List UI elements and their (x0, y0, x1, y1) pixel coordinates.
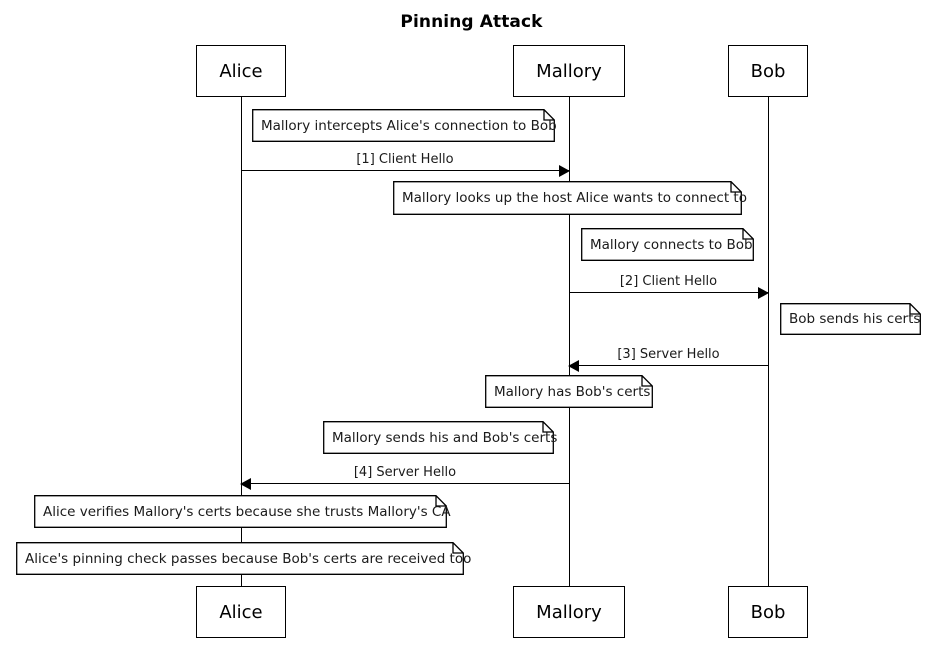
note-text: Mallory has Bob's certs (494, 383, 651, 400)
participant-bob-bottom[interactable]: Bob (728, 586, 808, 638)
message-4-server-hello[interactable]: [4] Server Hello (240, 461, 569, 490)
note-mallory-sends-certs: Mallory sends his and Bob's certs (323, 421, 558, 454)
note-text: Mallory connects to Bob (590, 236, 753, 253)
diagram-title: Pinning Attack (400, 12, 543, 32)
note-text: Alice's pinning check passes because Bob… (25, 550, 472, 567)
message-line (569, 291, 768, 293)
note-alice-verifies-certs: Alice verifies Mallory's certs because s… (34, 495, 451, 528)
note-text: Mallory intercepts Alice's connection to… (261, 117, 557, 134)
message-2-client-hello[interactable]: [2] Client Hello (569, 270, 769, 299)
note-bob-sends-certs: Bob sends his certs (780, 303, 921, 335)
message-label: [3] Server Hello (617, 347, 720, 362)
message-line (569, 364, 768, 366)
participant-label: Alice (219, 60, 263, 82)
message-1-client-hello[interactable]: [1] Client Hello (241, 148, 570, 177)
participant-mallory-top[interactable]: Mallory (513, 45, 625, 97)
note-mallory-intercepts: Mallory intercepts Alice's connection to… (252, 109, 557, 142)
participant-label: Mallory (536, 601, 602, 623)
note-text: Mallory sends his and Bob's certs (332, 429, 558, 446)
message-line (241, 169, 569, 171)
message-line (241, 482, 569, 484)
note-text: Mallory looks up the host Alice wants to… (402, 190, 747, 206)
note-text: Alice verifies Mallory's certs because s… (43, 503, 451, 520)
note-text: Bob sends his certs (789, 311, 921, 327)
participant-label: Mallory (536, 60, 602, 82)
participant-alice-top[interactable]: Alice (196, 45, 286, 97)
arrow-head-right-icon (559, 164, 570, 177)
participant-alice-bottom[interactable]: Alice (196, 586, 286, 638)
note-mallory-connects-to-bob: Mallory connects to Bob (581, 228, 754, 261)
note-mallory-looks-up-host: Mallory looks up the host Alice wants to… (393, 181, 747, 215)
arrow-head-left-icon (568, 359, 579, 372)
note-alice-pinning-check: Alice's pinning check passes because Bob… (16, 542, 472, 575)
message-label: [2] Client Hello (619, 274, 718, 289)
message-label: [1] Client Hello (356, 152, 454, 167)
lifeline-bob (768, 97, 769, 586)
note-mallory-has-bob-certs: Mallory has Bob's certs (485, 375, 653, 408)
participant-label: Bob (750, 60, 786, 82)
participant-label: Alice (219, 601, 263, 623)
message-label: [4] Server Hello (353, 465, 457, 480)
participant-bob-top[interactable]: Bob (728, 45, 808, 97)
arrow-head-right-icon (758, 286, 769, 299)
participant-mallory-bottom[interactable]: Mallory (513, 586, 625, 638)
arrow-head-left-icon (240, 477, 251, 490)
participant-label: Bob (750, 601, 786, 623)
sequence-diagram-canvas: Pinning Attack Alice Mallory Bob Alice M… (0, 0, 943, 645)
message-3-server-hello[interactable]: [3] Server Hello (568, 343, 768, 372)
